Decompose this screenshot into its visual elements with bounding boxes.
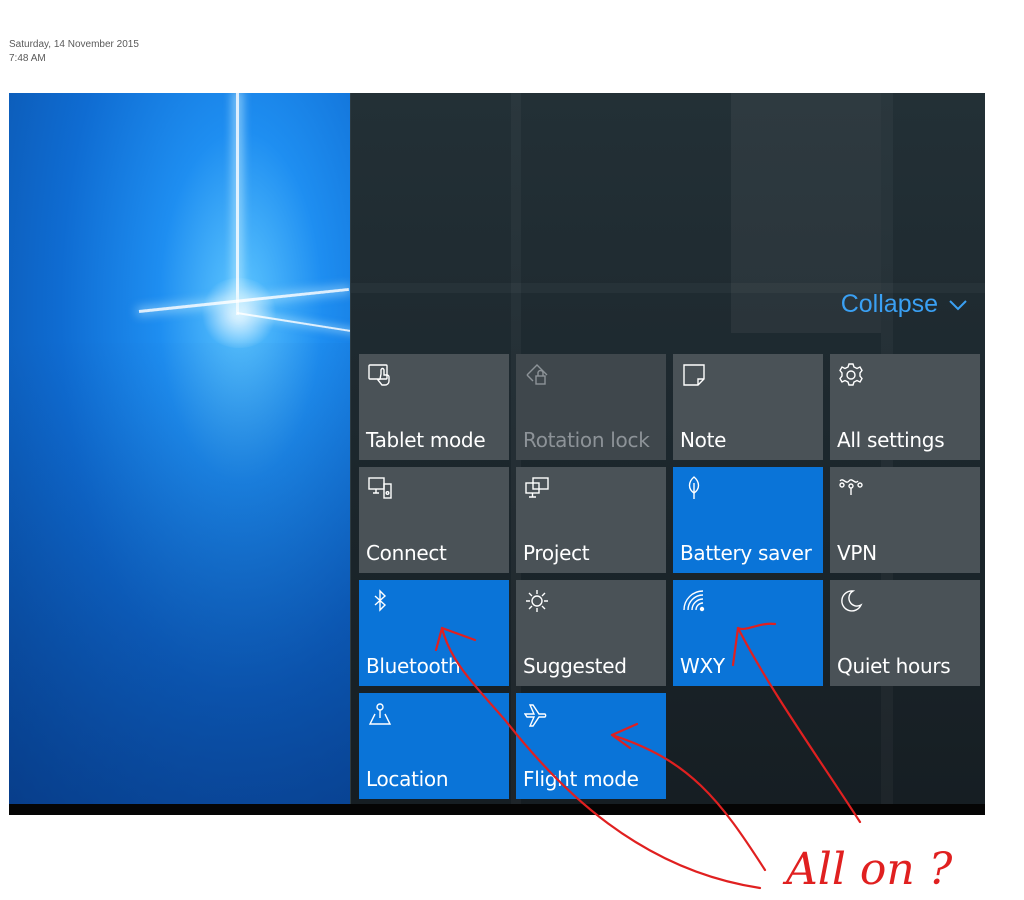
tile-wifi[interactable]: WXY [673, 580, 823, 686]
tile-vpn[interactable]: VPN [830, 467, 980, 573]
tile-label: Project [523, 541, 590, 565]
chevron-down-icon [949, 299, 967, 310]
screenshot-frame: Collapse Tablet mode Rotation lock Note [9, 93, 985, 815]
tile-all-settings[interactable]: All settings [830, 354, 980, 460]
tile-rotation-lock[interactable]: Rotation lock [516, 354, 666, 460]
tile-label: Rotation lock [523, 428, 650, 452]
location-icon [367, 701, 393, 727]
wifi-icon [681, 588, 707, 614]
tile-note[interactable]: Note [673, 354, 823, 460]
tile-project[interactable]: Project [516, 467, 666, 573]
tile-label: All settings [837, 428, 945, 452]
action-center-panel: Collapse Tablet mode Rotation lock Note [350, 93, 985, 804]
tile-label: Battery saver [680, 541, 812, 565]
tile-location[interactable]: Location [359, 693, 509, 799]
tile-bluetooth[interactable]: Bluetooth [359, 580, 509, 686]
tile-label: VPN [837, 541, 877, 565]
tile-label: Bluetooth [366, 654, 461, 678]
tile-suggested[interactable]: Suggested [516, 580, 666, 686]
connect-icon [367, 475, 393, 501]
project-icon [524, 475, 550, 501]
tablet-mode-icon [367, 362, 393, 388]
battery-saver-icon [681, 475, 707, 501]
gear-icon [838, 362, 864, 388]
tile-label: Tablet mode [366, 428, 486, 452]
timestamp-date: Saturday, 14 November 2015 [9, 39, 139, 50]
tile-battery-saver[interactable]: Battery saver [673, 467, 823, 573]
tile-label: Location [366, 767, 449, 791]
tile-label: Note [680, 428, 727, 452]
brightness-icon [524, 588, 550, 614]
tile-connect[interactable]: Connect [359, 467, 509, 573]
tile-label: WXY [680, 654, 725, 678]
bluetooth-icon [367, 588, 393, 614]
tile-flight-mode[interactable]: Flight mode [516, 693, 666, 799]
collapse-label: Collapse [840, 290, 938, 318]
moon-icon [838, 588, 864, 614]
annotation-text: All on ? [782, 844, 953, 895]
tile-quiet-hours[interactable]: Quiet hours [830, 580, 980, 686]
collapse-button[interactable]: Collapse [841, 290, 968, 319]
taskbar [9, 804, 985, 815]
vpn-icon [838, 475, 864, 501]
tile-label: Connect [366, 541, 447, 565]
airplane-icon [524, 701, 550, 727]
tile-label: Quiet hours [837, 654, 951, 678]
timestamp-time: 7:48 AM [9, 53, 46, 64]
tile-tablet-mode[interactable]: Tablet mode [359, 354, 509, 460]
tile-label: Flight mode [523, 767, 639, 791]
note-icon [681, 362, 707, 388]
rotation-lock-icon [524, 362, 550, 388]
tile-label: Suggested [523, 654, 627, 678]
desktop-wallpaper [9, 93, 350, 804]
screenshot-timestamp: Saturday, 14 November 2015 7:48 AM [9, 38, 139, 66]
